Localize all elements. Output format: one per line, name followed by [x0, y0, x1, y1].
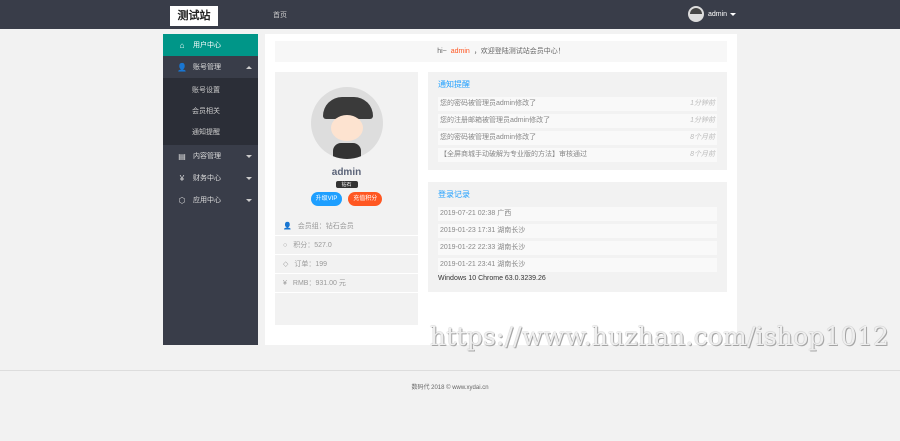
nav-home-link[interactable]: 首页 — [273, 10, 287, 20]
notices-card: 通知提醒 您的密码被管理员admin修改了 1分钟前 您的注册邮箱被管理员admi… — [428, 72, 727, 170]
stat-member-group: 👤 会员组：钻石会员 — [275, 217, 418, 236]
home-icon: ⌂ — [179, 40, 185, 50]
notice-item[interactable]: 【全屏商城手动破解为专业版的方法】审核通过 8个月前 — [438, 148, 717, 162]
sidebar-item-user-center[interactable]: ⌂ 用户中心 — [163, 34, 258, 56]
notice-item[interactable]: 您的密码被管理员admin修改了 1分钟前 — [438, 97, 717, 111]
profile-avatar — [310, 87, 383, 159]
notice-time: 1分钟前 — [690, 117, 715, 124]
sidebar-item-label: 应用中心 — [193, 197, 221, 204]
notice-text: 您的注册邮箱被管理员admin修改了 — [440, 117, 551, 124]
avatar — [688, 6, 704, 22]
site-logo[interactable]: 测试站 — [170, 6, 218, 26]
sidebar-item-label: 用户中心 — [193, 42, 221, 49]
list-icon: ▤ — [178, 151, 186, 161]
stat-text: 会员组：钻石会员 — [297, 223, 354, 230]
notice-time: 8个月前 — [690, 134, 715, 141]
caret-down-icon — [246, 199, 252, 202]
diamond-icon: ◇ — [283, 261, 289, 268]
stat-orders: ◇ 订单：199 — [275, 255, 418, 274]
notice-item[interactable]: 您的密码被管理员admin修改了 8个月前 — [438, 131, 717, 145]
notice-time: 8个月前 — [690, 151, 715, 158]
stat-text: 积分：527.0 — [293, 242, 332, 249]
username: admin — [708, 10, 728, 18]
footer: 数码代 2018 © www.xydai.cn — [0, 370, 900, 391]
caret-up-icon — [246, 66, 252, 69]
login-record: 2019-01-23 17:31 湖南长沙 — [438, 224, 717, 238]
login-user-agent: Windows 10 Chrome 63.0.3239.26 — [438, 275, 546, 282]
notice-text: 您的密码被管理员admin修改了 — [440, 134, 537, 141]
welcome-text: ，欢迎登陆测试站会员中心！ — [473, 48, 565, 55]
sidebar-item-content[interactable]: ▤ 内容管理 — [163, 145, 258, 167]
login-record: 2019-01-22 22:33 湖南长沙 — [438, 241, 717, 255]
account-submenu: 账号设置 会员相关 通知提醒 — [163, 78, 258, 145]
profile-stats: 👤 会员组：钻石会员 ○ 积分：527.0 ◇ 订单：199 ¥ RMB：931.00 … — [275, 217, 418, 293]
login-record: 2019-01-21 23:41 湖南长沙 — [438, 258, 717, 272]
notice-text: 【全屏商城手动破解为专业版的方法】审核通过 — [440, 151, 587, 158]
stat-rmb: ¥ RMB：931.00 元 — [275, 274, 418, 293]
submenu-account-settings[interactable]: 账号设置 — [163, 80, 258, 101]
caret-down-icon — [730, 12, 737, 16]
user-icon: 👤 — [283, 223, 292, 230]
stat-points: ○ 积分：527.0 — [275, 236, 418, 255]
submenu-member[interactable]: 会员相关 — [163, 101, 258, 122]
stat-text: RMB：931.00 元 — [292, 280, 346, 287]
top-header: 测试站 首页 admin — [0, 0, 900, 29]
vip-badge: 钻石 — [335, 181, 358, 188]
main-content: hi~ admin ，欢迎登陆测试站会员中心！ admin 钻石 升级VIP 充值积… — [265, 34, 737, 345]
user-menu[interactable]: admin — [688, 6, 737, 22]
caret-down-icon — [246, 155, 252, 158]
upgrade-vip-button[interactable]: 升级VIP — [310, 192, 343, 206]
cube-icon: ⬡ — [178, 195, 186, 205]
notice-text: 您的密码被管理员admin修改了 — [440, 100, 537, 107]
welcome-prefix: hi~ — [437, 48, 447, 55]
profile-card: admin 钻石 升级VIP 充值积分 👤 会员组：钻石会员 ○ 积分：527.0 … — [275, 72, 418, 325]
sidebar-item-account[interactable]: 👤 账号管理 — [163, 56, 258, 78]
profile-name: admin — [331, 167, 362, 178]
sidebar-item-label: 账号管理 — [193, 64, 221, 71]
notice-time: 1分钟前 — [690, 100, 715, 107]
sidebar-item-finance[interactable]: ¥ 财务中心 — [163, 167, 258, 189]
sidebar-item-apps[interactable]: ⬡ 应用中心 — [163, 189, 258, 211]
stat-text: 订单：199 — [294, 261, 328, 268]
circle-icon: ○ — [283, 242, 288, 249]
welcome-name: admin — [450, 48, 470, 55]
watermark: https://www.huzhan.com/ishop1012 — [430, 322, 890, 351]
login-records-card: 登录记录 2019-07-21 02:38 广西 2019-01-23 17:3… — [428, 182, 727, 292]
sidebar: ⌂ 用户中心 👤 账号管理 账号设置 会员相关 通知提醒 ▤ 内容管理 ¥ 财务中心 ⬡… — [163, 34, 258, 345]
caret-down-icon — [246, 177, 252, 180]
notices-title: 通知提醒 — [438, 80, 470, 89]
submenu-notifications[interactable]: 通知提醒 — [163, 122, 258, 143]
sidebar-item-label: 财务中心 — [193, 175, 221, 182]
yen-icon: ¥ — [179, 173, 185, 183]
sidebar-item-label: 内容管理 — [193, 153, 221, 160]
recharge-button[interactable]: 充值积分 — [348, 192, 383, 206]
notice-item[interactable]: 您的注册邮箱被管理员admin修改了 1分钟前 — [438, 114, 717, 128]
welcome-bar: hi~ admin ，欢迎登陆测试站会员中心！ — [275, 41, 727, 62]
logins-title: 登录记录 — [438, 190, 470, 199]
login-record: 2019-07-21 02:38 广西 — [438, 207, 717, 221]
user-icon: 👤 — [177, 62, 187, 72]
yen-icon: ¥ — [283, 280, 287, 287]
